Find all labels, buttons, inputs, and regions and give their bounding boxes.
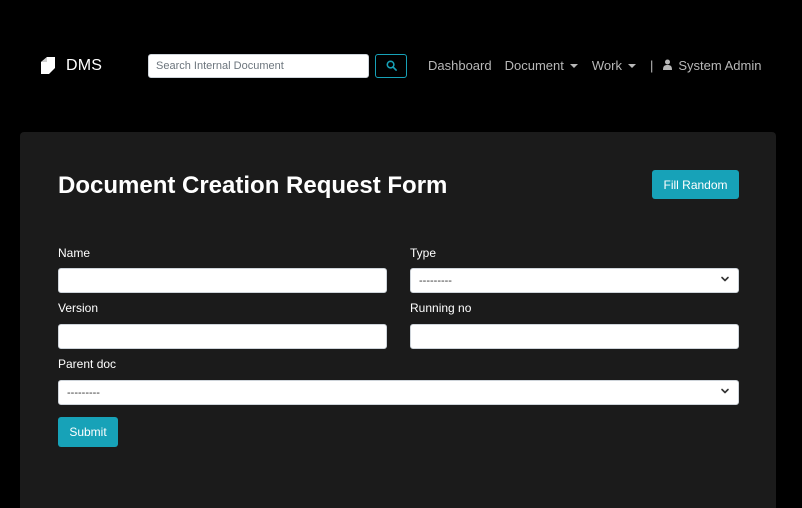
fill-random-button[interactable]: Fill Random — [652, 170, 739, 199]
nav-dashboard[interactable]: Dashboard — [428, 58, 492, 73]
nav-work-dropdown[interactable]: Work — [592, 58, 636, 73]
user-icon — [663, 58, 673, 73]
search-button[interactable] — [375, 54, 407, 78]
brand[interactable]: DMS — [38, 56, 102, 76]
nav-work-label: Work — [591, 58, 622, 73]
name-label: Name — [58, 246, 91, 260]
parent-doc-label: Parent doc — [58, 357, 117, 371]
parent-doc-select-value: --------- — [67, 386, 100, 399]
nav-user-label: System Admin — [678, 58, 762, 73]
nav-separator: | — [649, 58, 654, 73]
nav-document-label: Document — [504, 58, 564, 73]
type-select[interactable]: --------- — [410, 268, 739, 293]
parent-doc-select[interactable]: --------- — [58, 380, 739, 405]
version-label: Version — [58, 301, 99, 315]
nav-user[interactable]: System Admin — [663, 58, 761, 73]
nav-document-dropdown[interactable]: Document — [505, 58, 578, 73]
search-icon — [386, 59, 397, 74]
navbar: DMS Dashboard Document Work | — [0, 0, 802, 132]
submit-button[interactable]: Submit — [58, 417, 118, 447]
running-no-label: Running no — [410, 301, 472, 315]
running-no-input[interactable] — [410, 324, 739, 349]
nav-dashboard-label: Dashboard — [428, 58, 492, 73]
caret-down-icon — [569, 63, 578, 68]
chevron-down-icon — [720, 274, 730, 287]
form-card: Document Creation Request Form Fill Rand… — [20, 132, 776, 508]
document-fold-icon — [38, 56, 58, 76]
search-input[interactable] — [148, 54, 369, 78]
chevron-down-icon — [720, 386, 730, 399]
brand-name: DMS — [66, 57, 103, 74]
version-input[interactable] — [58, 324, 387, 349]
page-title: Document Creation Request Form — [58, 172, 448, 199]
type-label: Type — [410, 246, 437, 260]
main-nav: Dashboard Document Work | System Admin — [428, 58, 761, 73]
name-input[interactable] — [58, 268, 387, 293]
caret-down-icon — [627, 63, 636, 68]
type-select-value: --------- — [419, 274, 452, 287]
